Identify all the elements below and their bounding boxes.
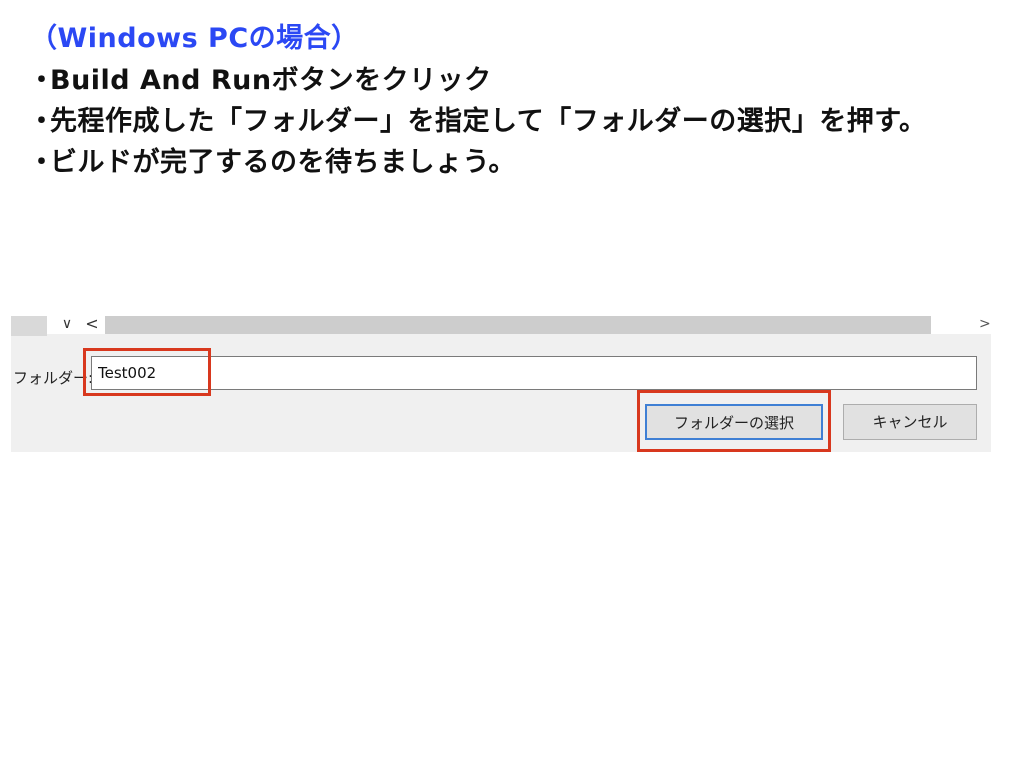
scroll-right-icon[interactable]: > [979, 314, 993, 334]
instruction-item: ・先程作成した「フォルダー」を指定して「フォルダーの選択」を押す。 [28, 101, 927, 142]
folder-label: フォルダー: [13, 369, 94, 387]
folder-input[interactable] [91, 356, 977, 390]
instruction-text: 先程作成した「フォルダー」を指定して「フォルダーの選択」を押す。 [50, 106, 927, 137]
slide-heading: （Windows PCの場合） [30, 23, 359, 54]
instruction-list: ・Build And Runボタンをクリック ・先程作成した「フォルダー」を指定… [28, 60, 927, 183]
folder-dialog-screenshot: ∨ < > フォルダー: フォルダーの選択 キャンセル [11, 312, 991, 452]
cancel-button[interactable]: キャンセル [843, 404, 977, 440]
scrollbar-thumb[interactable] [105, 316, 931, 334]
bullet-marker: ・ [28, 106, 56, 137]
scroll-left-icon[interactable]: < [81, 314, 103, 334]
bullet-marker: ・ [28, 147, 56, 178]
instruction-item: ・Build And Runボタンをクリック [28, 60, 927, 101]
bullet-marker: ・ [28, 65, 56, 96]
instruction-text: ビルドが完了するのを待ちましょう。 [50, 147, 516, 178]
instruction-item: ・ビルドが完了するのを待ちましょう。 [28, 142, 927, 183]
slide: （Windows PCの場合） ・Build And Runボタンをクリック ・… [0, 0, 1024, 768]
instruction-text: Build And Runボタンをクリック [50, 65, 492, 96]
chevron-down-icon[interactable]: ∨ [53, 314, 81, 334]
horizontal-scrollbar[interactable]: ∨ < > [11, 312, 993, 336]
view-dropdown[interactable] [11, 316, 47, 336]
select-folder-button[interactable]: フォルダーの選択 [645, 404, 823, 440]
